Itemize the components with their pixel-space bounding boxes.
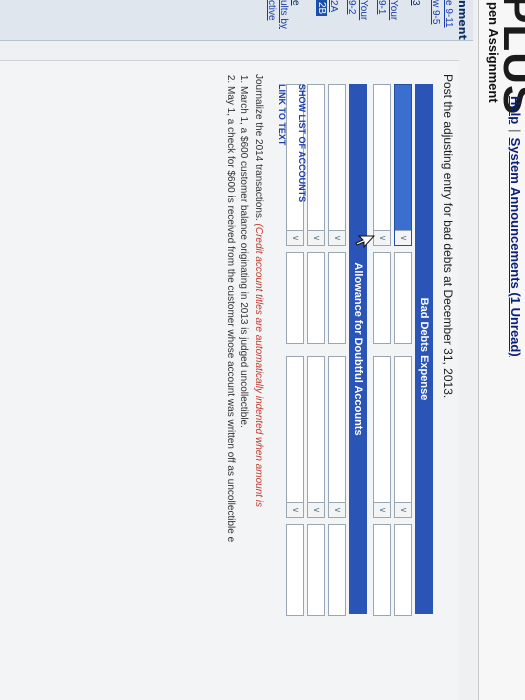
nav-item-e[interactable]: e (290, 0, 301, 6)
account-header-bad-debts: Bad Debts Expense (415, 84, 433, 614)
chevron-down-icon[interactable]: ∨ (287, 502, 303, 517)
credit-amount-input[interactable] (394, 524, 412, 616)
links-separator: | (508, 129, 523, 133)
top-bar: PLUS Help|System Announcements (1 Unread… (478, 0, 525, 700)
debit-amount-input[interactable] (328, 252, 346, 344)
debit-amount-input[interactable] (373, 252, 391, 344)
debit-amount-input[interactable] (286, 252, 304, 344)
nav-item-ctive[interactable]: ctive (266, 0, 277, 21)
debit-amount-input[interactable] (394, 252, 412, 344)
assignment-subtitle: pen Assignment (486, 2, 501, 103)
account-header-allowance: Allowance for Doubtful Accounts (349, 84, 367, 614)
debit-account-select[interactable]: ∨ (307, 84, 325, 246)
nav-item-results-by[interactable]: ults by (278, 0, 289, 29)
t-row: ∨ ∨ (307, 84, 325, 616)
left-nav (0, 0, 473, 41)
help-link[interactable]: Help (508, 96, 523, 124)
instruction-text: Journalize the 2014 transactions. (253, 74, 264, 221)
credit-amount-input[interactable] (307, 524, 325, 616)
system-announcements-link[interactable]: System Announcements (1 Unread) (508, 138, 523, 357)
credit-account-select[interactable]: ∨ (307, 356, 325, 518)
nav-item-2b[interactable]: 2B (316, 0, 327, 17)
instruction-note: (Credit account titles are automatically… (253, 223, 264, 508)
nav-item-2a[interactable]: 2A (328, 0, 339, 12)
debit-amount-input[interactable] (307, 252, 325, 344)
chevron-down-icon[interactable]: ∨ (374, 230, 390, 245)
credit-amount-input[interactable] (286, 524, 304, 616)
credit-account-select[interactable]: ∨ (373, 356, 391, 518)
rotated-screen: PLUS Help|System Announcements (1 Unread… (0, 0, 525, 700)
credit-account-select[interactable]: ∨ (286, 356, 304, 518)
show-list-of-accounts-link[interactable]: SHOW LIST OF ACCOUNTS (297, 84, 307, 202)
nav-item-9-1[interactable]: 9-1 (376, 0, 387, 14)
nav-item-9-2[interactable]: 9-2 (346, 0, 357, 14)
nav-item-w9-5[interactable]: w 9-5 (430, 0, 441, 24)
t-row: ∨ ∨ (394, 84, 412, 616)
chevron-down-icon[interactable]: ∨ (329, 230, 345, 245)
debit-account-select[interactable]: ∨ (328, 84, 346, 246)
chevron-down-icon[interactable]: ∨ (287, 230, 303, 245)
mouse-cursor-icon (355, 235, 375, 249)
credit-account-select[interactable]: ∨ (394, 356, 412, 518)
credit-amount-input[interactable] (328, 524, 346, 616)
transaction-list: March 1, a $600 customer balance origina… (224, 74, 250, 694)
credit-account-select[interactable]: ∨ (328, 356, 346, 518)
chevron-down-icon[interactable]: ∨ (395, 502, 411, 517)
top-links: Help | System Announcements (1 Unread) (508, 96, 523, 357)
list-item: May 1, a check for $600 is received from… (224, 86, 237, 694)
credit-amount-input[interactable] (373, 524, 391, 616)
debit-account-select[interactable]: ∨ (394, 84, 412, 246)
list-item: March 1, a $600 customer balance origina… (237, 86, 250, 694)
chevron-down-icon[interactable]: ∨ (329, 502, 345, 517)
instructions-block: Journalize the 2014 transactions. (Credi… (224, 74, 265, 694)
nav-item-3[interactable]: 3 (410, 0, 421, 6)
debit-account-select[interactable]: ∨ (373, 84, 391, 246)
t-row: ∨ ∨ (328, 84, 346, 616)
chevron-down-icon[interactable]: ∨ (395, 230, 411, 245)
chevron-down-icon[interactable]: ∨ (308, 502, 324, 517)
t-row: ∨ ∨ (373, 84, 391, 616)
nav-item-your-2[interactable]: Your (358, 0, 369, 20)
chevron-down-icon[interactable]: ∨ (374, 502, 390, 517)
nav-item-your-1[interactable]: Your (388, 0, 399, 20)
nav-item-e9-11[interactable]: e 9-11 (443, 0, 454, 28)
link-to-text[interactable]: LINK TO TEXT (277, 84, 287, 145)
chevron-down-icon[interactable]: ∨ (308, 230, 324, 245)
nav-title: nment (456, 0, 469, 40)
question-prompt: Post the adjusting entry for bad debts a… (441, 74, 455, 399)
